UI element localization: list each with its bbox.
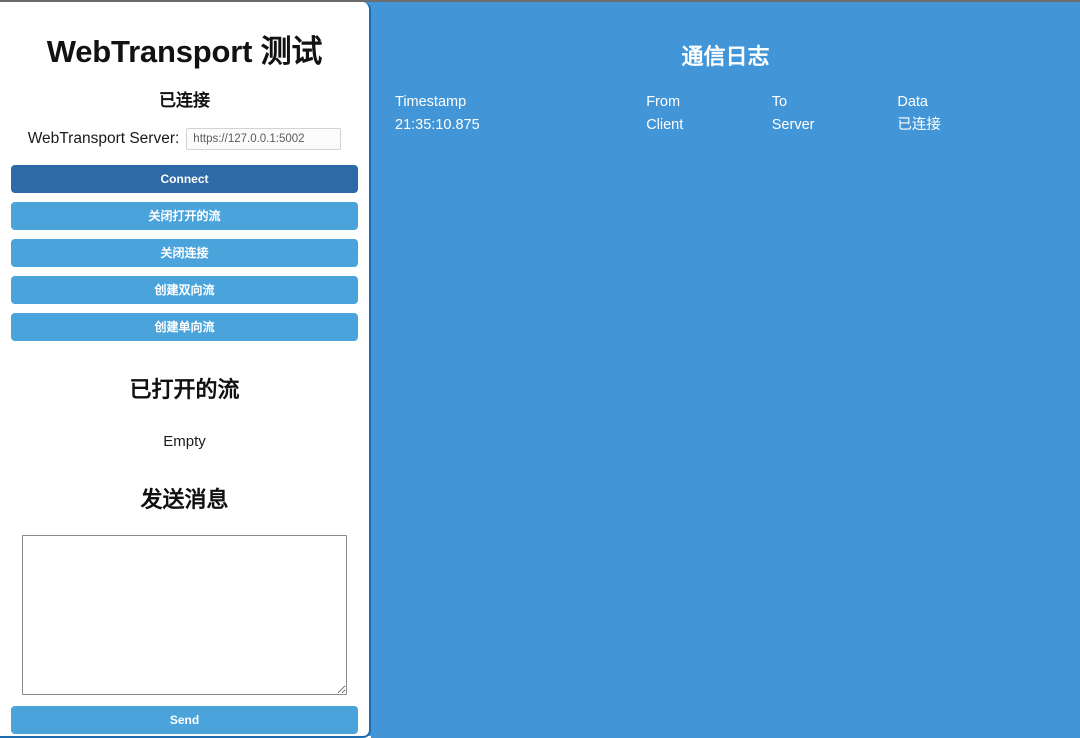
- server-url-input[interactable]: [186, 128, 341, 150]
- connect-button[interactable]: Connect: [11, 165, 358, 193]
- server-url-row: WebTransport Server:: [11, 128, 358, 150]
- log-title: 通信日志: [395, 2, 1056, 71]
- create-bidirectional-stream-button[interactable]: 创建双向流: [11, 276, 358, 304]
- log-table-body: 21:35:10.875 Client Server 已连接: [395, 115, 1056, 138]
- send-button[interactable]: Send: [11, 706, 358, 734]
- page-title: WebTransport 测试: [11, 2, 358, 71]
- log-cell-data: 已连接: [897, 115, 1056, 138]
- log-cell-from: Client: [646, 115, 772, 138]
- log-table: Timestamp From To Data 21:35:10.875 Clie…: [395, 92, 1056, 138]
- close-connection-button[interactable]: 关闭连接: [11, 239, 358, 267]
- log-cell-timestamp: 21:35:10.875: [395, 115, 646, 138]
- server-url-label: WebTransport Server:: [28, 130, 180, 148]
- log-cell-to: Server: [772, 115, 898, 138]
- opened-streams-empty-text: Empty: [11, 404, 358, 450]
- communication-log-panel: 通信日志 Timestamp From To Data 21:35:10.875…: [371, 2, 1080, 738]
- send-message-heading: 发送消息: [11, 450, 358, 514]
- log-header-row: Timestamp From To Data: [395, 92, 1056, 115]
- connection-status: 已连接: [11, 71, 358, 111]
- webtransport-test-page: WebTransport 测试 已连接 WebTransport Server:…: [0, 0, 1080, 736]
- log-table-head: Timestamp From To Data: [395, 92, 1056, 115]
- create-unidirectional-stream-button[interactable]: 创建单向流: [11, 313, 358, 341]
- message-textarea[interactable]: [22, 535, 347, 695]
- log-column-from: From: [646, 92, 772, 115]
- close-open-streams-button[interactable]: 关闭打开的流: [11, 202, 358, 230]
- log-column-data: Data: [897, 92, 1056, 115]
- log-column-timestamp: Timestamp: [395, 92, 646, 115]
- table-row: 21:35:10.875 Client Server 已连接: [395, 115, 1056, 138]
- log-column-to: To: [772, 92, 898, 115]
- opened-streams-heading: 已打开的流: [11, 341, 358, 404]
- control-panel: WebTransport 测试 已连接 WebTransport Server:…: [0, 2, 371, 738]
